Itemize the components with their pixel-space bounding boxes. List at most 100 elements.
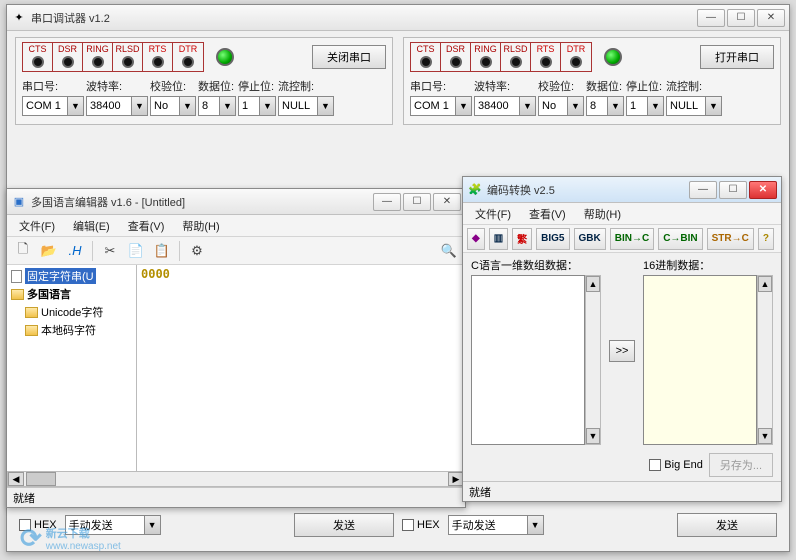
- send-button[interactable]: 发送: [294, 513, 394, 537]
- menu-file[interactable]: 文件(F): [467, 204, 519, 224]
- hex-view[interactable]: 0000: [137, 265, 465, 471]
- hex-textarea[interactable]: [643, 275, 757, 445]
- serial-body: CTS DSR RING RLSD RTS DTR 关闭串口 串口号:▼ 波特率…: [7, 31, 789, 131]
- left-col-label: C语言一维数组数据：: [471, 257, 601, 273]
- baud-select[interactable]: [474, 96, 520, 116]
- fan-button[interactable]: 繁: [512, 228, 532, 250]
- port-select[interactable]: [22, 96, 68, 116]
- databits-select[interactable]: [586, 96, 608, 116]
- editor-window: ▣ 多国语言编辑器 v1.6 - [Untitled] — ☐ ✕ 文件(F) …: [6, 188, 466, 508]
- indicator-group: CTS DSR RING RLSD RTS DTR: [22, 42, 204, 72]
- open-icon[interactable]: 📂: [37, 240, 61, 262]
- scroll-up-icon[interactable]: ▲: [758, 276, 772, 292]
- saveas-button[interactable]: 另存为...: [709, 453, 773, 477]
- cut-icon[interactable]: ✂: [98, 240, 122, 262]
- chevron-down-icon[interactable]: ▼: [132, 96, 148, 116]
- chevron-down-icon[interactable]: ▼: [520, 96, 536, 116]
- vscrollbar[interactable]: ▲▼: [585, 275, 601, 445]
- status-text: 就绪: [469, 484, 491, 500]
- close-button[interactable]: ✕: [757, 9, 785, 27]
- baud-select[interactable]: [86, 96, 132, 116]
- databits-select[interactable]: [198, 96, 220, 116]
- bin-to-c-button[interactable]: BIN→C: [610, 228, 654, 250]
- paste-icon[interactable]: 📋: [150, 240, 174, 262]
- chevron-down-icon[interactable]: ▼: [648, 96, 664, 116]
- minimize-button[interactable]: —: [689, 181, 717, 199]
- encoder-titlebar: 🧩 编码转换 v2.5 — ☐ ✕: [463, 177, 781, 203]
- new-icon[interactable]: 🗋: [11, 240, 35, 262]
- minimize-button[interactable]: —: [373, 193, 401, 211]
- transfer-button[interactable]: >>: [609, 340, 635, 362]
- chevron-down-icon[interactable]: ▼: [180, 96, 196, 116]
- maximize-button[interactable]: ☐: [727, 9, 755, 27]
- find-icon[interactable]: 🔍: [437, 240, 461, 262]
- chevron-down-icon[interactable]: ▼: [220, 96, 236, 116]
- chevron-down-icon[interactable]: ▼: [145, 515, 161, 535]
- save-icon[interactable]: .H: [63, 240, 87, 262]
- help-button[interactable]: ?: [758, 228, 774, 250]
- menu-view[interactable]: 查看(V): [120, 216, 173, 236]
- tree-item-fixed[interactable]: 固定字符串(U: [9, 267, 134, 285]
- scroll-left-icon[interactable]: ◀: [8, 472, 24, 486]
- book-icon[interactable]: ◆: [467, 228, 485, 250]
- app-icon: 🧩: [467, 182, 483, 198]
- tree-item-root[interactable]: 多国语言: [9, 285, 134, 303]
- close-button[interactable]: ✕: [749, 181, 777, 199]
- sendmode-select[interactable]: [448, 515, 528, 535]
- tool-icon[interactable]: ⚙: [185, 240, 209, 262]
- scroll-down-icon[interactable]: ▼: [758, 428, 772, 444]
- encoder-title: 编码转换 v2.5: [487, 182, 689, 198]
- tree-item-local[interactable]: 本地码字符: [9, 321, 134, 339]
- chevron-down-icon[interactable]: ▼: [260, 96, 276, 116]
- serial-title: 串口调试器 v1.2: [31, 10, 697, 26]
- gbk-button[interactable]: GBK: [574, 228, 606, 250]
- led-dtr: [182, 56, 194, 68]
- big5-button[interactable]: BIG5: [536, 228, 569, 250]
- watermark: ⟳ 新云下载 www.newasp.net: [20, 523, 121, 554]
- send-button[interactable]: 发送: [677, 513, 777, 537]
- copy-icon[interactable]: 📄: [124, 240, 148, 262]
- chevron-down-icon[interactable]: ▼: [318, 96, 334, 116]
- tree-item-unicode[interactable]: Unicode字符: [9, 303, 134, 321]
- chevron-down-icon[interactable]: ▼: [568, 96, 584, 116]
- minimize-button[interactable]: —: [697, 9, 725, 27]
- chevron-down-icon[interactable]: ▼: [68, 96, 84, 116]
- maximize-button[interactable]: ☐: [719, 181, 747, 199]
- hscrollbar[interactable]: ◀ ▶: [7, 471, 465, 487]
- scroll-up-icon[interactable]: ▲: [586, 276, 600, 292]
- c-to-bin-button[interactable]: C→BIN: [658, 228, 702, 250]
- menu-edit[interactable]: 编辑(E): [65, 216, 118, 236]
- c-array-textarea[interactable]: [471, 275, 585, 445]
- stopbits-select[interactable]: [238, 96, 260, 116]
- parity-select[interactable]: [538, 96, 568, 116]
- close-button[interactable]: ✕: [433, 193, 461, 211]
- tree-view[interactable]: 固定字符串(U 多国语言 Unicode字符 本地码字符: [7, 265, 137, 471]
- scroll-down-icon[interactable]: ▼: [586, 428, 600, 444]
- maximize-button[interactable]: ☐: [403, 193, 431, 211]
- status-text: 就绪: [13, 490, 35, 506]
- menu-help[interactable]: 帮助(H): [174, 216, 227, 236]
- parity-select[interactable]: [150, 96, 180, 116]
- chevron-down-icon[interactable]: ▼: [608, 96, 624, 116]
- page-icon: [11, 270, 22, 283]
- stopbits-select[interactable]: [626, 96, 648, 116]
- bigend-checkbox[interactable]: Big End: [649, 459, 703, 471]
- menu-view[interactable]: 查看(V): [521, 204, 574, 224]
- chevron-down-icon[interactable]: ▼: [456, 96, 472, 116]
- vscrollbar[interactable]: ▲▼: [757, 275, 773, 445]
- scroll-thumb[interactable]: [26, 472, 56, 486]
- flow-select[interactable]: [666, 96, 706, 116]
- indicator-group: CTS DSR RING RLSD RTS DTR: [410, 42, 592, 72]
- columns-icon[interactable]: ▥: [489, 228, 508, 250]
- chevron-down-icon[interactable]: ▼: [706, 96, 722, 116]
- flow-select[interactable]: [278, 96, 318, 116]
- close-port-button[interactable]: 关闭串口: [312, 45, 386, 69]
- app-icon: ▣: [11, 194, 27, 210]
- hex-checkbox[interactable]: HEX: [402, 519, 440, 531]
- menu-file[interactable]: 文件(F): [11, 216, 63, 236]
- chevron-down-icon[interactable]: ▼: [528, 515, 544, 535]
- menu-help[interactable]: 帮助(H): [576, 204, 629, 224]
- open-port-button[interactable]: 打开串口: [700, 45, 774, 69]
- port-select[interactable]: [410, 96, 456, 116]
- str-to-c-button[interactable]: STR→C: [707, 228, 754, 250]
